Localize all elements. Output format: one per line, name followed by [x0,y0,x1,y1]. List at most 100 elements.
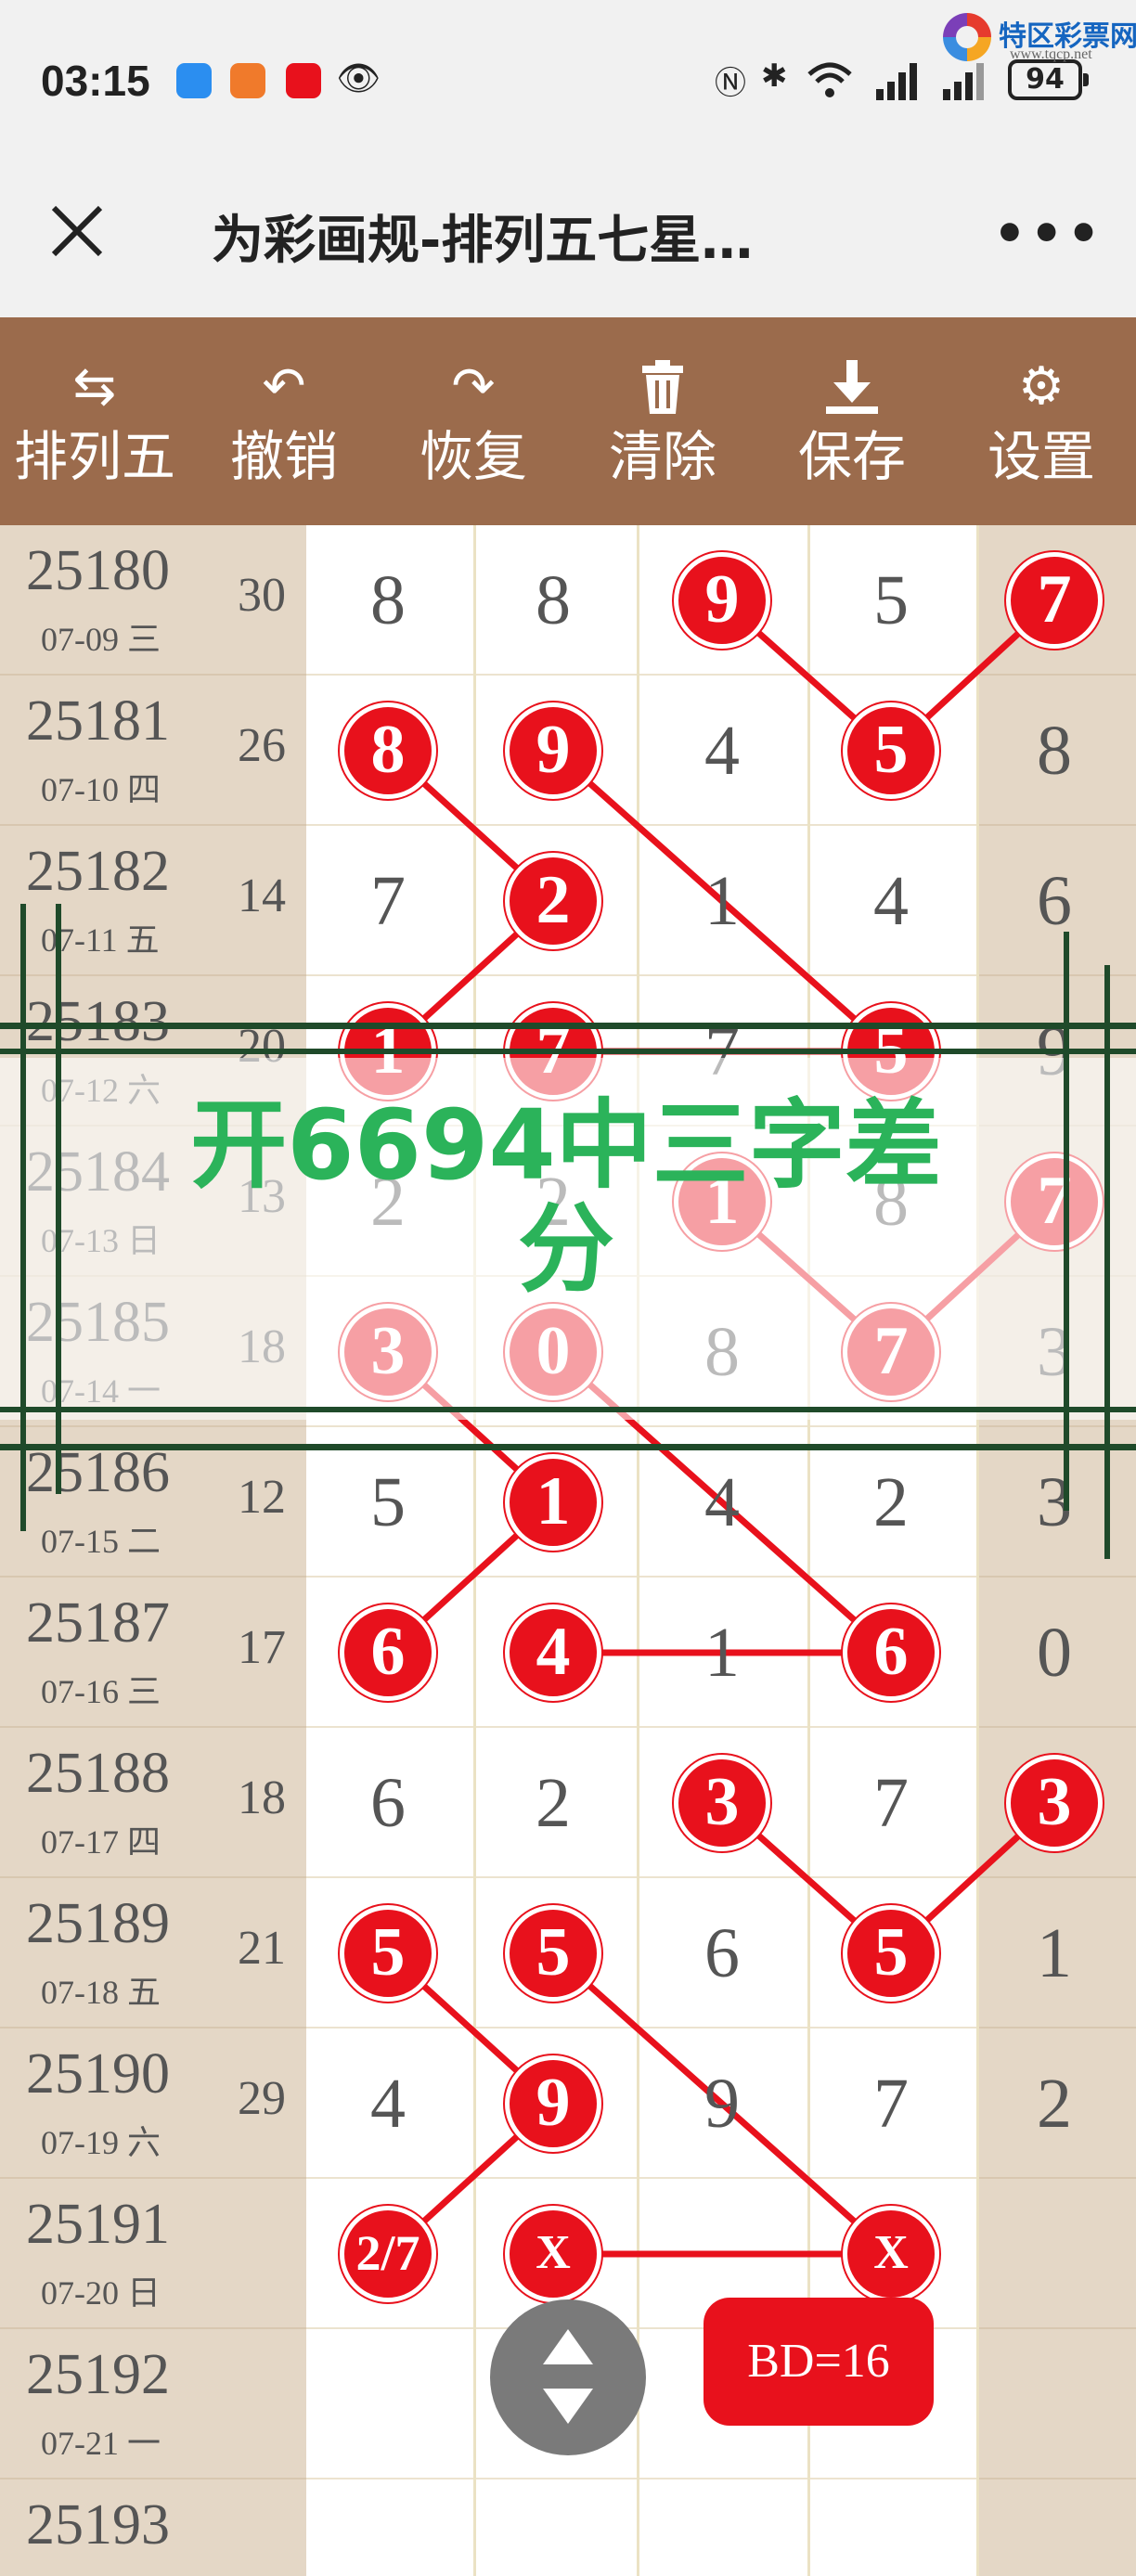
gear-icon: ⚙ [1017,356,1065,417]
issue-cell: 25188 07-17 四 [0,1728,213,1878]
sum-value: 18 [238,1771,286,1824]
highlight-ball[interactable]: 5 [843,702,939,799]
digit-cell[interactable]: 6 [342,1757,434,1849]
column-divider [976,525,979,2576]
digit-cell[interactable]: 4 [676,1456,768,1549]
sum-value: 17 [238,1621,286,1674]
overlay-frame-line [20,904,26,1531]
sum-value: 14 [238,869,286,922]
overlay-text-line2: 分 [517,1192,614,1306]
sum-cell [213,2479,306,2576]
issue-cell: 25181 07-10 四 [0,676,213,826]
digit-cell[interactable]: 5 [342,1456,434,1549]
digit-cell[interactable]: 1 [676,855,768,947]
highlight-ball[interactable]: 2 [505,853,601,949]
digit-cell[interactable]: 4 [845,855,937,947]
issue-cell: 25191 07-20 日 [0,2179,213,2329]
overlay-frame-line [0,1049,1136,1054]
status-bar: 03:15 👁 Ⓝ ✱ 94 特区彩票网 www.tqcp.net [0,0,1136,167]
highlight-ball[interactable]: X [505,2206,601,2302]
toolbar-settings-button[interactable]: ⚙ 设置 [947,317,1136,525]
digit-cell[interactable]: 2 [1008,2057,1101,2150]
issue-cell: 25193 07-22 二 [0,2479,213,2576]
digit-cell[interactable]: 3 [1008,1456,1101,1549]
issue-date: 07-22 二 [41,2567,161,2576]
issue-date: 07-21 一 [41,2425,161,2462]
sum-value: 29 [238,2072,286,2125]
highlight-ball[interactable]: 5 [843,1905,939,2002]
digit-cell[interactable]: 5 [845,554,937,647]
digit-cell[interactable]: 7 [845,1757,937,1849]
highlight-ball[interactable]: 7 [1006,552,1103,649]
eye-icon: 👁 [336,58,381,98]
sum-value: 21 [238,1922,286,1975]
overlay-text-line1: 开6694中三字差 [190,1088,942,1202]
highlight-ball[interactable]: 8 [340,702,436,799]
highlight-ball[interactable]: 2/7 [340,2206,436,2302]
sum-cell [213,2329,306,2479]
digit-cell[interactable]: 7 [342,855,434,947]
digit-cell[interactable]: 2 [845,1456,937,1549]
highlight-ball[interactable]: X [843,2206,939,2302]
sum-value: 26 [238,719,286,772]
digit-cell[interactable]: 2 [507,1757,600,1849]
issue-number: 25191 [26,2193,170,2256]
digit-cell[interactable]: 1 [1008,1907,1101,2000]
highlight-ball[interactable]: 5 [505,1905,601,2002]
signal-icon [876,63,917,100]
digit-cell[interactable]: 8 [507,554,600,647]
scroll-toggle-button[interactable] [490,2299,646,2455]
issue-date: 07-09 三 [41,621,161,658]
last-digit-cell [976,2479,1136,2576]
app-icon [230,63,265,98]
highlight-ball[interactable]: 9 [674,552,770,649]
digit-cell[interactable]: 8 [1008,704,1101,797]
battery-indicator: 94 [1008,59,1089,100]
issue-number: 25187 [26,1591,170,1655]
issue-date: 07-19 六 [41,2124,161,2161]
toolbar-clear-button[interactable]: 清除 [568,317,757,525]
digits-cell [306,2479,976,2576]
digit-cell[interactable]: 7 [845,2057,937,2150]
highlight-ball[interactable]: 4 [505,1604,601,1701]
digit-cell[interactable]: 6 [1008,855,1101,947]
more-menu-icon[interactable]: ••• [993,204,1104,264]
bluetooth-icon: ✱ [761,58,788,95]
digit-cell[interactable]: 0 [1008,1606,1101,1699]
highlight-ball[interactable]: 3 [1006,1755,1103,1851]
close-icon[interactable] [45,199,110,264]
messenger-icon [176,63,212,98]
bd-badge[interactable]: BD=16 [704,2298,934,2426]
column-divider [637,525,639,2576]
sum-cell [213,2179,306,2329]
toolbar-save-button[interactable]: 保存 [757,317,947,525]
toolbar-label: 清除 [608,425,716,488]
issue-cell: 25189 07-18 五 [0,1878,213,2029]
signal2-icon [943,63,984,100]
status-time: 03:15 [41,57,150,105]
trash-icon [642,360,683,414]
overlay-frame-line [1104,965,1110,1559]
toolbar-lottery-type-button[interactable]: ⇆ 排列五 [0,317,189,525]
highlight-ball[interactable]: 9 [505,2055,601,2152]
issue-number: 25193 [26,2493,170,2557]
toolbar-undo-button[interactable]: ↶ 撤销 [189,317,379,525]
toolbar-redo-button[interactable]: ↷ 恢复 [379,317,568,525]
nfc-icon: Ⓝ [715,65,746,102]
highlight-ball[interactable]: 6 [843,1604,939,1701]
digit-cell[interactable]: 6 [676,1907,768,2000]
digit-cell[interactable]: 4 [342,2057,434,2150]
issue-number: 25189 [26,1892,170,1955]
issue-cell: 25192 07-21 一 [0,2329,213,2479]
overlay-frame-line [0,1407,1136,1412]
highlight-ball[interactable]: 3 [674,1755,770,1851]
digit-cell[interactable]: 1 [676,1606,768,1699]
highlight-ball[interactable]: 1 [505,1454,601,1551]
digit-cell[interactable]: 4 [676,704,768,797]
highlight-ball[interactable]: 6 [340,1604,436,1701]
toolbar-label: 恢复 [419,425,527,488]
digit-cell[interactable]: 8 [342,554,434,647]
highlight-ball[interactable]: 5 [340,1905,436,2002]
digit-cell[interactable]: 9 [676,2057,768,2150]
highlight-ball[interactable]: 9 [505,702,601,799]
